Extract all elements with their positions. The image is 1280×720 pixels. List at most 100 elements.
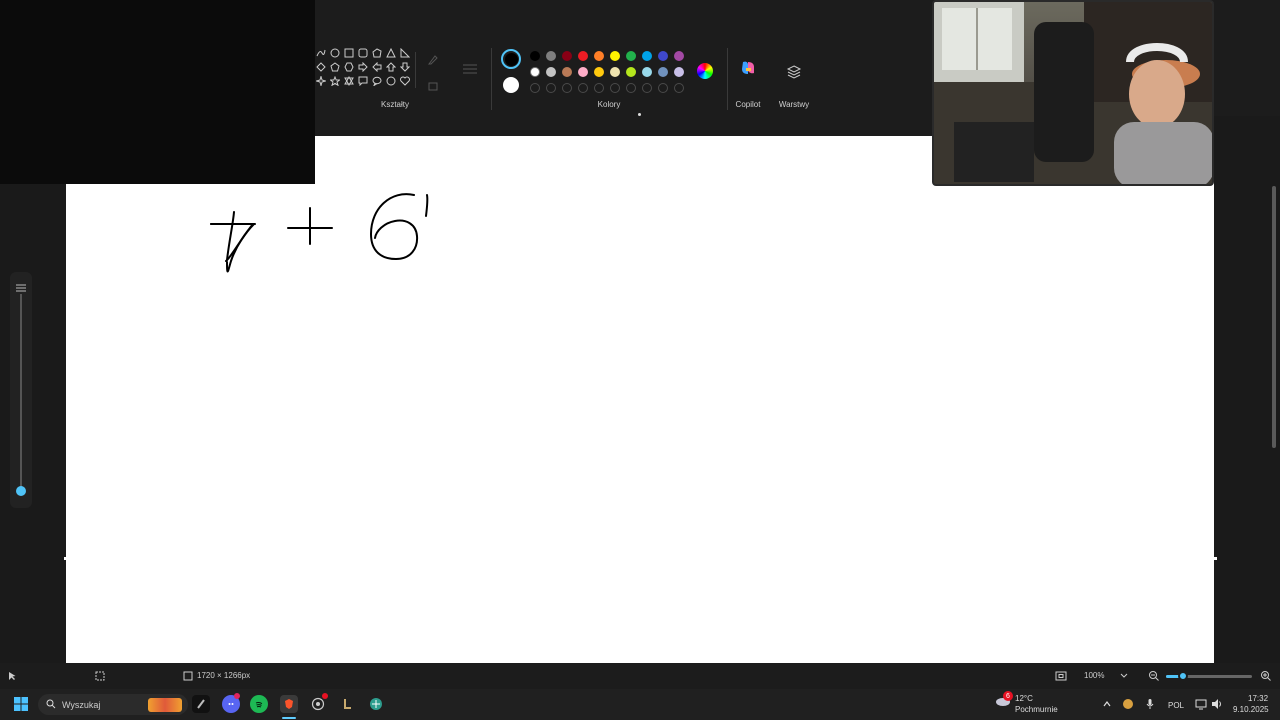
drawing-canvas[interactable] bbox=[66, 136, 1214, 663]
custom-color-slot[interactable] bbox=[530, 83, 540, 93]
custom-color-slot[interactable] bbox=[674, 83, 684, 93]
right-triangle-shape-icon[interactable] bbox=[400, 48, 410, 58]
color-swatch[interactable] bbox=[658, 51, 668, 61]
display-icon[interactable] bbox=[1195, 698, 1207, 712]
color-swatch[interactable] bbox=[626, 67, 636, 77]
rect-callout-shape-icon[interactable] bbox=[358, 76, 368, 86]
color-swatch[interactable] bbox=[546, 51, 556, 61]
color-swatch[interactable] bbox=[610, 51, 620, 61]
layers-icon[interactable] bbox=[786, 64, 802, 80]
fill-icon[interactable] bbox=[427, 79, 439, 91]
language-indicator[interactable]: POL bbox=[1168, 701, 1184, 710]
color-swatch[interactable] bbox=[674, 51, 684, 61]
layers-label: Warstwy bbox=[778, 100, 810, 109]
secondary-color-button[interactable] bbox=[503, 77, 519, 93]
colors-group-label: Kolory bbox=[597, 100, 621, 109]
color-swatch[interactable] bbox=[610, 67, 620, 77]
four-point-star-shape-icon[interactable] bbox=[316, 76, 326, 86]
brush-size-slider[interactable] bbox=[10, 272, 32, 508]
polygon-shape-icon[interactable] bbox=[372, 48, 382, 58]
color-swatch[interactable] bbox=[546, 67, 556, 77]
clock-time[interactable]: 17:32 bbox=[1248, 694, 1268, 703]
color-swatch[interactable] bbox=[626, 51, 636, 61]
diamond-shape-icon[interactable] bbox=[316, 62, 326, 72]
taskbar-search[interactable]: Wyszukaj bbox=[38, 694, 188, 715]
microphone-icon[interactable] bbox=[1145, 698, 1155, 712]
app-icon-7[interactable] bbox=[367, 695, 385, 713]
custom-color-slot[interactable] bbox=[658, 83, 668, 93]
color-swatch[interactable] bbox=[578, 51, 588, 61]
copilot-label: Copilot bbox=[735, 100, 761, 109]
color-swatch[interactable] bbox=[594, 51, 604, 61]
outline-icon[interactable] bbox=[427, 53, 439, 65]
color-swatch[interactable] bbox=[530, 51, 540, 61]
edit-colors-icon[interactable] bbox=[697, 63, 713, 79]
zoom-slider-thumb[interactable] bbox=[1178, 671, 1188, 681]
search-placeholder: Wyszukaj bbox=[62, 699, 101, 710]
color-swatch[interactable] bbox=[674, 67, 684, 77]
custom-color-slot[interactable] bbox=[642, 83, 652, 93]
fit-to-window-icon[interactable] bbox=[1055, 670, 1067, 684]
chevron-down-icon[interactable] bbox=[1119, 670, 1129, 682]
oval-callout-shape-icon[interactable] bbox=[372, 76, 382, 86]
zoom-in-icon[interactable] bbox=[1260, 670, 1272, 684]
zoom-level-dropdown[interactable]: 100% bbox=[1084, 671, 1104, 680]
custom-color-slot[interactable] bbox=[594, 83, 604, 93]
heart-shape-icon[interactable] bbox=[400, 76, 410, 86]
color-swatch[interactable] bbox=[562, 67, 572, 77]
color-swatch[interactable] bbox=[642, 67, 652, 77]
curve-shape-icon[interactable] bbox=[316, 48, 326, 58]
color-swatch[interactable] bbox=[578, 67, 588, 77]
active-app-indicator bbox=[282, 717, 296, 719]
left-arrow-shape-icon[interactable] bbox=[372, 62, 382, 72]
copilot-icon[interactable] bbox=[739, 59, 757, 77]
volume-icon[interactable] bbox=[1211, 698, 1223, 712]
color-swatch[interactable] bbox=[658, 67, 668, 77]
oval-shape-icon[interactable] bbox=[330, 48, 340, 58]
rectangle-shape-icon[interactable] bbox=[344, 48, 354, 58]
cloud-callout-shape-icon[interactable] bbox=[386, 76, 396, 86]
zoom-out-icon[interactable] bbox=[1148, 670, 1160, 684]
hexagon-shape-icon[interactable] bbox=[344, 62, 354, 72]
triangle-shape-icon[interactable] bbox=[386, 48, 396, 58]
brave-browser-icon[interactable] bbox=[280, 695, 298, 713]
clock-date[interactable]: 9.10.2025 bbox=[1233, 705, 1269, 714]
ribbon-divider bbox=[491, 48, 492, 110]
five-point-star-shape-icon[interactable] bbox=[330, 76, 340, 86]
color-swatch[interactable] bbox=[530, 67, 540, 77]
custom-color-slot[interactable] bbox=[546, 83, 556, 93]
tray-app-icon[interactable] bbox=[1122, 698, 1134, 712]
up-arrow-shape-icon[interactable] bbox=[386, 62, 396, 72]
down-arrow-shape-icon[interactable] bbox=[400, 62, 410, 72]
rounded-rectangle-shape-icon[interactable] bbox=[358, 48, 368, 58]
league-client-icon[interactable] bbox=[338, 695, 356, 713]
paint-window: Kształty Kolory Copilot Warstwy 1720 × 1… bbox=[0, 0, 1280, 720]
custom-color-slot[interactable] bbox=[626, 83, 636, 93]
search-icon bbox=[46, 699, 56, 711]
windows-start-icon[interactable] bbox=[12, 695, 30, 713]
shapes-gallery[interactable] bbox=[316, 48, 412, 96]
app-icon-1[interactable] bbox=[192, 695, 210, 713]
notification-badge bbox=[322, 693, 328, 699]
chevron-up-icon[interactable] bbox=[1102, 699, 1112, 711]
custom-color-slot[interactable] bbox=[578, 83, 588, 93]
custom-color-slot[interactable] bbox=[562, 83, 572, 93]
weather-temperature: 12°C bbox=[1015, 694, 1033, 703]
canvas-resize-handle[interactable] bbox=[64, 557, 67, 560]
color-swatch[interactable] bbox=[594, 67, 604, 77]
color-swatch[interactable] bbox=[642, 51, 652, 61]
vertical-scrollbar[interactable] bbox=[1272, 186, 1276, 448]
color-swatch[interactable] bbox=[562, 51, 572, 61]
spotify-icon[interactable] bbox=[250, 695, 268, 713]
right-arrow-shape-icon[interactable] bbox=[358, 62, 368, 72]
pentagon-shape-icon[interactable] bbox=[330, 62, 340, 72]
size-icon[interactable] bbox=[462, 62, 478, 74]
canvas-resize-handle[interactable] bbox=[1214, 557, 1217, 560]
custom-color-slot[interactable] bbox=[610, 83, 620, 93]
canvas-size-icon bbox=[183, 671, 193, 683]
search-highlight-icon bbox=[148, 697, 182, 712]
weather-description: Pochmurnie bbox=[1015, 705, 1058, 714]
slider-thumb[interactable] bbox=[16, 486, 26, 496]
primary-color-button[interactable] bbox=[501, 49, 521, 69]
six-point-star-shape-icon[interactable] bbox=[344, 76, 354, 86]
